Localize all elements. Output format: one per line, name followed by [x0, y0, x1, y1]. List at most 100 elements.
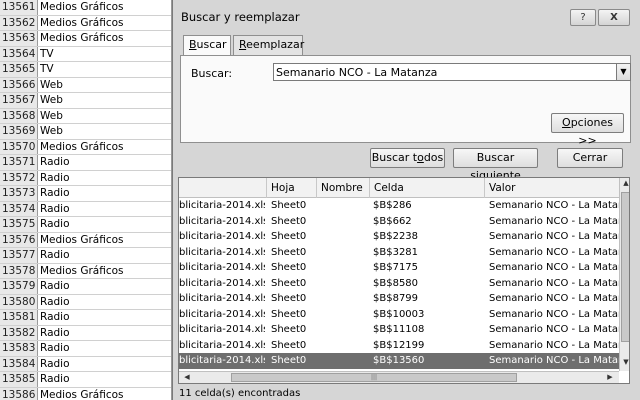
row-number[interactable]: 13576 — [0, 232, 38, 247]
sheet-row[interactable]: 13569 Web — [0, 124, 171, 140]
row-number[interactable]: 13564 — [0, 46, 38, 61]
sheet-cell[interactable]: Medios Gráficos — [38, 31, 124, 46]
dialog-titlebar[interactable]: Buscar y reemplazar ? X — [173, 0, 640, 34]
sheet-row[interactable]: 13562 Medios Gráficos — [0, 15, 171, 31]
row-number[interactable]: 13562 — [0, 15, 38, 30]
sheet-cell[interactable]: Web — [38, 78, 63, 93]
sheet-cell[interactable]: Web — [38, 124, 63, 139]
sheet-cell[interactable]: TV — [38, 62, 54, 77]
row-number[interactable]: 13569 — [0, 124, 38, 139]
result-row[interactable]: blicitaria-2014.xls Sheet0 $B$12199 Semanar… — [179, 338, 619, 354]
sheet-cell[interactable]: Radio — [38, 186, 70, 201]
sheet-row[interactable]: 13579 Radio — [0, 279, 171, 295]
sheet-row[interactable]: 13573 Radio — [0, 186, 171, 202]
sheet-cell[interactable]: Radio — [38, 202, 70, 217]
find-all-button[interactable]: Buscar todos — [370, 148, 445, 168]
sheet-cell[interactable]: Radio — [38, 155, 70, 170]
sheet-row[interactable]: 13572 Radio — [0, 170, 171, 186]
row-number[interactable]: 13574 — [0, 201, 38, 216]
sheet-row[interactable]: 13578 Medios Gráficos — [0, 263, 171, 279]
result-row[interactable]: blicitaria-2014.xls Sheet0 $B$286 Semanario… — [179, 198, 619, 214]
row-number[interactable]: 13584 — [0, 356, 38, 371]
sheet-row[interactable]: 13581 Radio — [0, 310, 171, 326]
row-number[interactable]: 13586 — [0, 387, 38, 400]
tab-reemplazar[interactable]: Reemplazar — [233, 35, 304, 55]
sheet-row[interactable]: 13582 Radio — [0, 325, 171, 341]
horizontal-scrollbar[interactable]: ◀ ||| ▶ — [179, 371, 619, 383]
row-number[interactable]: 13572 — [0, 170, 38, 185]
column-header-name[interactable]: Nombre — [317, 178, 370, 198]
sheet-cell[interactable]: Medios Gráficos — [38, 388, 124, 400]
scroll-left-icon[interactable]: ◀ — [181, 373, 193, 381]
sheet-cell[interactable]: Radio — [38, 357, 70, 372]
result-row[interactable]: blicitaria-2014.xls Sheet0 $B$662 Semanario… — [179, 214, 619, 230]
sheet-cell[interactable]: Medios Gráficos — [38, 233, 124, 248]
sheet-cell[interactable]: Radio — [38, 279, 70, 294]
column-header-cell[interactable]: Celda — [370, 178, 485, 198]
row-number[interactable]: 13571 — [0, 155, 38, 170]
sheet-row[interactable]: 13564 TV — [0, 46, 171, 62]
sheet-cell[interactable]: Medios Gráficos — [38, 16, 124, 31]
result-row[interactable]: blicitaria-2014.xls Sheet0 $B$8799 Semanari… — [179, 291, 619, 307]
row-number[interactable]: 13578 — [0, 263, 38, 278]
row-number[interactable]: 13581 — [0, 310, 38, 325]
sheet-row[interactable]: 13585 Radio — [0, 372, 171, 388]
sheet-row[interactable]: 13565 TV — [0, 62, 171, 78]
close-button[interactable]: Cerrar — [557, 148, 623, 168]
sheet-row[interactable]: 13563 Medios Gráficos — [0, 31, 171, 47]
scroll-up-icon[interactable]: ▲ — [620, 179, 629, 187]
scroll-down-icon[interactable]: ▼ — [620, 358, 629, 366]
column-header-book[interactable] — [179, 178, 267, 198]
sheet-cell[interactable]: Radio — [38, 248, 70, 263]
row-number[interactable]: 13580 — [0, 294, 38, 309]
sheet-cell[interactable]: Web — [38, 93, 63, 108]
sheet-cell[interactable]: Medios Gráficos — [38, 264, 124, 279]
sheet-row[interactable]: 13575 Radio — [0, 217, 171, 233]
options-button[interactable]: Opciones >> — [551, 113, 624, 147]
sheet-cell[interactable]: Medios Gráficos — [38, 140, 124, 155]
sheet-cell[interactable]: Radio — [38, 295, 70, 310]
sheet-cell[interactable]: Medios Gráficos — [38, 0, 124, 15]
row-number[interactable]: 13573 — [0, 186, 38, 201]
sheet-cell[interactable]: Radio — [38, 326, 70, 341]
row-number[interactable]: 13575 — [0, 217, 38, 232]
row-number[interactable]: 13570 — [0, 139, 38, 154]
close-icon[interactable]: X — [598, 9, 630, 26]
sheet-cell[interactable]: Radio — [38, 310, 70, 325]
row-number[interactable]: 13579 — [0, 279, 38, 294]
row-number[interactable]: 13566 — [0, 77, 38, 92]
row-number[interactable]: 13582 — [0, 325, 38, 340]
sheet-row[interactable]: 13561 Medios Gráficos — [0, 0, 171, 16]
sheet-cell[interactable]: TV — [38, 47, 54, 62]
vertical-scroll-thumb[interactable] — [621, 192, 629, 342]
row-number[interactable]: 13561 — [0, 0, 38, 15]
result-row[interactable]: blicitaria-2014.xls Sheet0 $B$8580 Semanari… — [179, 276, 619, 292]
sheet-row[interactable]: 13568 Web — [0, 108, 171, 124]
sheet-row[interactable]: 13566 Web — [0, 77, 171, 93]
result-row[interactable]: blicitaria-2014.xls Sheet0 $B$7175 Semanari… — [179, 260, 619, 276]
find-next-button[interactable]: Buscar siguiente — [453, 148, 538, 182]
sheet-row[interactable]: 13586 Medios Gráficos — [0, 387, 171, 400]
result-row[interactable]: blicitaria-2014.xls Sheet0 $B$11108 Semanar… — [179, 322, 619, 338]
sheet-cell[interactable]: Radio — [38, 217, 70, 232]
sheet-row[interactable]: 13584 Radio — [0, 356, 171, 372]
result-row[interactable]: blicitaria-2014.xls Sheet0 $B$10003 Semanar… — [179, 307, 619, 323]
row-number[interactable]: 13565 — [0, 62, 38, 77]
result-row[interactable]: blicitaria-2014.xls Sheet0 $B$2238 Semanari… — [179, 229, 619, 245]
row-number[interactable]: 13585 — [0, 372, 38, 387]
sheet-cell[interactable]: Radio — [38, 372, 70, 387]
sheet-cell[interactable]: Radio — [38, 171, 70, 186]
row-number[interactable]: 13568 — [0, 108, 38, 123]
column-header-value[interactable]: Valor — [485, 178, 619, 198]
sheet-cell[interactable]: Web — [38, 109, 63, 124]
sheet-row[interactable]: 13567 Web — [0, 93, 171, 109]
sheet-row[interactable]: 13577 Radio — [0, 248, 171, 264]
find-input[interactable] — [273, 63, 617, 81]
sheet-row[interactable]: 13583 Radio — [0, 341, 171, 357]
sheet-row[interactable]: 13571 Radio — [0, 155, 171, 171]
result-row[interactable]: blicitaria-2014.xls Sheet0 $B$13560 Semanar… — [179, 353, 619, 369]
scroll-right-icon[interactable]: ▶ — [604, 373, 616, 381]
sheet-row[interactable]: 13576 Medios Gráficos — [0, 232, 171, 248]
sheet-row[interactable]: 13574 Radio — [0, 201, 171, 217]
sheet-row[interactable]: 13580 Radio — [0, 294, 171, 310]
